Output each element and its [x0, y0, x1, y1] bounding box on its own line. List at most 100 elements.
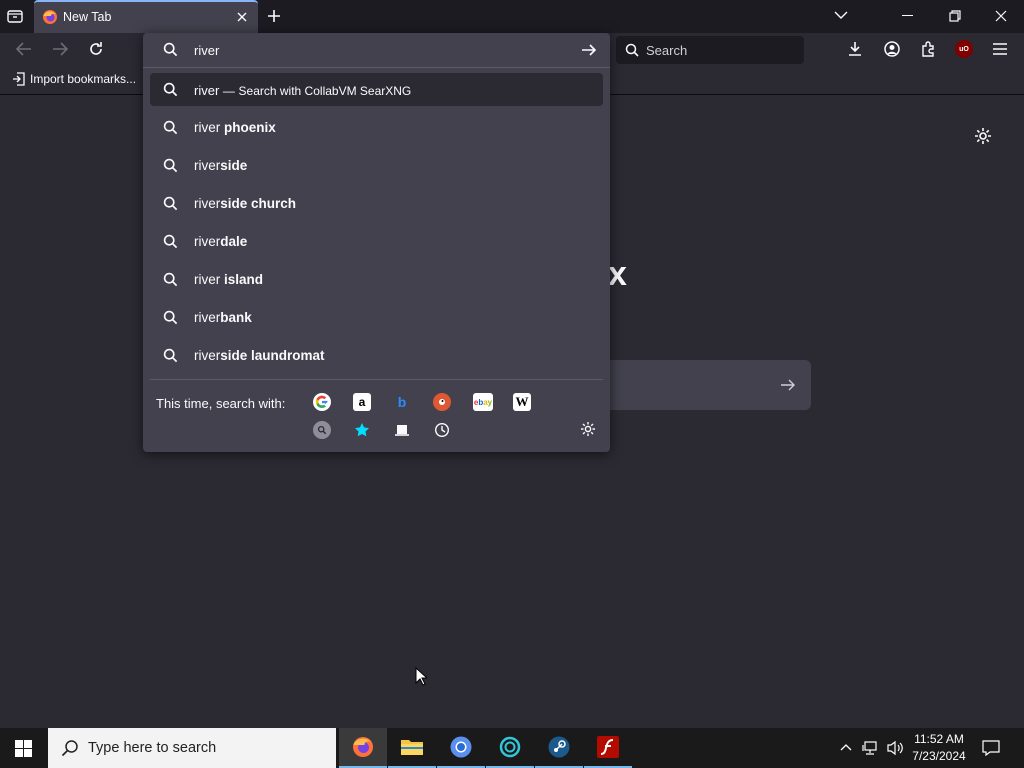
suggestion-completion: bank	[220, 310, 252, 325]
taskbar: Type here to search 11:52 AM 7/23/2024	[0, 728, 1024, 768]
downloads-icon[interactable]	[847, 41, 863, 57]
suggestion-prefix: river	[194, 158, 221, 173]
windows-start-icon[interactable]	[15, 740, 32, 757]
tab-bar: New Tab	[0, 0, 1024, 33]
taskbar-file-explorer[interactable]	[388, 728, 436, 768]
extensions-puzzle-icon[interactable]	[920, 41, 936, 57]
bookmarks-star-icon[interactable]	[353, 421, 371, 439]
tab-title: New Tab	[63, 10, 112, 24]
newtab-search-box[interactable]	[608, 360, 811, 410]
system-clock[interactable]: 11:52 AM 7/23/2024	[906, 731, 972, 765]
search-icon	[163, 120, 178, 135]
search-bar[interactable]: Search	[616, 36, 804, 64]
bing-icon[interactable]: b	[393, 393, 411, 411]
firefox-wordmark-fragment: x	[608, 255, 627, 293]
back-arrow-icon[interactable]	[16, 42, 32, 56]
close-window-icon[interactable]	[995, 10, 1007, 22]
restore-icon[interactable]	[949, 10, 961, 22]
suggestion-prefix: river	[194, 348, 221, 363]
chevron-down-icon[interactable]	[834, 10, 848, 20]
wikipedia-icon[interactable]: W	[513, 393, 531, 411]
taskbar-search-box[interactable]: Type here to search	[48, 728, 336, 768]
suggestion-row[interactable]: riverbank	[150, 301, 603, 334]
suggestion-row[interactable]: riverside	[150, 149, 603, 182]
flash-icon	[597, 736, 619, 758]
suggestion-row[interactable]: riverdale	[150, 225, 603, 258]
search-icon	[163, 82, 178, 97]
url-input-value: river	[194, 43, 220, 58]
taskbar-app-aqua[interactable]	[486, 728, 534, 768]
suggestion-prefix: river	[194, 234, 221, 249]
import-bookmarks-label: Import bookmarks...	[30, 72, 137, 86]
aqua-ring-icon	[499, 736, 521, 758]
search-icon	[163, 234, 178, 249]
urlbar-dropdown: river river — Search with CollabVM SearX…	[143, 33, 610, 452]
network-icon[interactable]	[862, 740, 878, 756]
suggestion-row[interactable]: riverside church	[150, 187, 603, 220]
suggestion-completion: island	[224, 272, 264, 287]
ublock-origin-icon[interactable]: uO	[955, 40, 973, 58]
duckduckgo-icon[interactable]	[433, 393, 451, 411]
suggestion-row[interactable]: river island	[150, 263, 603, 296]
suggestion-completion: dale	[220, 234, 248, 249]
suggestion-row[interactable]: riverside laundromat	[150, 339, 603, 372]
search-icon	[163, 196, 178, 211]
folder-icon	[401, 740, 423, 755]
ebay-icon[interactable]: ebay	[473, 393, 493, 411]
reload-icon[interactable]	[88, 41, 104, 57]
history-clock-icon[interactable]	[433, 421, 451, 439]
search-icon	[163, 158, 178, 173]
searxng-icon[interactable]	[313, 421, 331, 439]
suggestion-row-searxng[interactable]: river — Search with CollabVM SearXNG	[150, 73, 603, 106]
tab-new-tab[interactable]: New Tab	[34, 0, 258, 33]
go-arrow-icon[interactable]	[581, 43, 597, 57]
clock-time: 11:52 AM	[914, 732, 964, 746]
tabs-icon[interactable]	[393, 421, 411, 439]
arrow-right-icon[interactable]	[780, 378, 796, 392]
firefox-icon	[353, 737, 373, 757]
import-bookmarks-button[interactable]: Import bookmarks...	[12, 72, 136, 86]
taskbar-chromium[interactable]	[437, 728, 485, 768]
search-icon	[625, 43, 639, 57]
suggestion-completion: phoenix	[224, 120, 276, 135]
taskbar-search-placeholder: Type here to search	[88, 740, 217, 756]
suggestion-prefix: river	[194, 196, 221, 211]
notification-center-icon[interactable]	[982, 740, 1000, 756]
suggestion-prefix: river	[194, 310, 221, 325]
firefox-logo-icon	[42, 9, 58, 25]
hamburger-menu-icon[interactable]	[992, 42, 1008, 56]
suggestion-completion: side	[220, 158, 248, 173]
search-bar-placeholder: Search	[646, 43, 688, 58]
suggestion-completion: side church	[220, 196, 297, 211]
google-icon[interactable]	[313, 393, 331, 411]
suggestion-prefix: river	[194, 272, 224, 287]
amazon-icon[interactable]: a	[353, 393, 371, 411]
suggestion-completion: side laundromat	[220, 348, 325, 363]
suggestion-row[interactable]: river phoenix	[150, 111, 603, 144]
suggestion-action: Search with CollabVM SearXNG	[238, 84, 412, 98]
mouse-cursor-icon	[415, 667, 427, 686]
account-icon[interactable]	[884, 41, 900, 57]
close-tab-icon[interactable]	[236, 11, 248, 23]
chevron-up-icon[interactable]	[840, 742, 852, 752]
taskbar-steam[interactable]	[535, 728, 583, 768]
import-icon	[13, 72, 25, 86]
volume-icon[interactable]	[886, 740, 904, 756]
url-input[interactable]: river	[143, 33, 610, 67]
list-all-tabs-icon[interactable]	[6, 8, 24, 24]
suggestion-prefix: river	[194, 120, 224, 135]
search-settings-gear-icon[interactable]	[580, 421, 596, 437]
search-icon	[163, 310, 178, 325]
suggestion-text: river	[194, 83, 220, 98]
taskbar-flash[interactable]	[584, 728, 632, 768]
forward-arrow-icon[interactable]	[52, 42, 68, 56]
minimize-icon[interactable]	[902, 15, 913, 16]
search-icon	[61, 739, 79, 757]
new-tab-plus-icon[interactable]	[267, 9, 281, 23]
divider	[143, 67, 610, 68]
taskbar-firefox[interactable]	[339, 728, 387, 768]
settings-gear-icon[interactable]	[974, 127, 992, 145]
search-icon	[163, 42, 178, 57]
steam-icon	[548, 736, 570, 758]
one-off-search-label: This time, search with:	[156, 396, 286, 411]
